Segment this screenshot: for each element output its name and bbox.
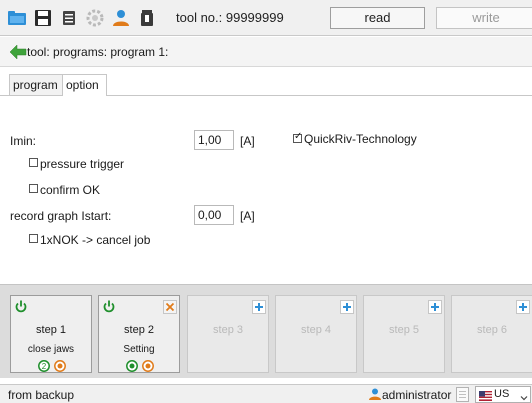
trash-icon[interactable] — [137, 8, 157, 28]
pressure-trigger-label: pressure trigger — [40, 157, 125, 171]
step-name: step 3 — [213, 324, 243, 336]
language-select[interactable]: US — [475, 386, 531, 403]
step-description: close jaws — [27, 344, 75, 355]
step-card-4[interactable]: step 4 — [275, 295, 357, 373]
close-icon[interactable] — [163, 300, 177, 314]
status-bar: from backup administrator US — [0, 384, 532, 403]
tab-program[interactable]: program — [9, 74, 62, 96]
list-icon[interactable] — [59, 8, 79, 28]
quickriv-label: QuickRiv-Technology — [304, 132, 417, 146]
read-button[interactable]: read — [330, 7, 425, 29]
status-dot-icon — [54, 360, 66, 372]
toolbar: tool no.: 99999999 read write — [0, 0, 532, 36]
step-name: step 4 — [301, 324, 331, 336]
step-name: step 2 — [124, 324, 154, 336]
steps-panel: step 1 close jaws 2 step 2 Setting step … — [0, 284, 532, 378]
imin-unit: [A] — [240, 134, 255, 148]
record-graph-label: record graph Istart: — [10, 209, 112, 223]
user-icon — [368, 387, 382, 401]
plus-icon[interactable] — [252, 300, 266, 314]
confirm-ok-checkbox[interactable] — [29, 184, 38, 193]
tab-strip: program option — [0, 74, 532, 97]
document-icon[interactable] — [456, 387, 469, 402]
power-icon[interactable] — [15, 300, 27, 313]
back-arrow-icon[interactable] — [9, 44, 27, 60]
imin-input[interactable]: 1,00 — [194, 130, 234, 150]
status-source: from backup — [8, 388, 75, 402]
write-button[interactable]: write — [436, 7, 532, 29]
step-name: step 6 — [477, 324, 507, 336]
step-description: Setting — [123, 344, 155, 355]
step-card-2[interactable]: step 2 Setting — [98, 295, 180, 373]
power-icon[interactable] — [103, 300, 115, 313]
tab-option[interactable]: option — [62, 74, 107, 97]
chevron-down-icon — [520, 391, 528, 401]
language-label: US — [494, 388, 510, 400]
step-card-6[interactable]: step 6 — [451, 295, 532, 373]
step-card-3[interactable]: step 3 — [187, 295, 269, 373]
quickriv-checkbox[interactable] — [293, 131, 302, 143]
status-dot-icon — [126, 360, 138, 372]
imin-label: Imin: — [10, 134, 37, 148]
svg-text:2: 2 — [42, 362, 47, 371]
step-count-icon: 2 — [38, 360, 50, 372]
record-graph-input[interactable]: 0,00 — [194, 205, 234, 225]
record-graph-unit: [A] — [240, 209, 255, 223]
step-name: step 5 — [389, 324, 419, 336]
breadcrumb-bar: tool: programs: program 1: — [0, 37, 532, 67]
plus-icon[interactable] — [516, 300, 530, 314]
step-card-5[interactable]: step 5 — [363, 295, 445, 373]
user-tools-icon[interactable] — [111, 8, 131, 28]
pressure-trigger-checkbox[interactable] — [29, 158, 38, 167]
nok-cancel-checkbox[interactable] — [29, 234, 38, 243]
user-label: administrator — [382, 388, 452, 402]
option-panel: Imin: 1,00 [A] QuickRiv-Technology press… — [0, 96, 532, 284]
plus-icon[interactable] — [428, 300, 442, 314]
tool-number-label: tool no.: 99999999 — [176, 10, 284, 25]
breadcrumb: tool: programs: program 1: — [27, 45, 169, 59]
step-card-1[interactable]: step 1 close jaws 2 — [10, 295, 92, 373]
nok-cancel-label: 1xNOK -> cancel job — [40, 233, 151, 247]
confirm-ok-label: confirm OK — [40, 183, 101, 197]
save-icon[interactable] — [33, 8, 53, 28]
plus-icon[interactable] — [340, 300, 354, 314]
gear-icon — [85, 8, 105, 28]
status-dot-icon — [142, 360, 154, 372]
us-flag-icon — [479, 390, 492, 401]
folder-open-icon[interactable] — [7, 8, 27, 28]
step-name: step 1 — [36, 324, 66, 336]
